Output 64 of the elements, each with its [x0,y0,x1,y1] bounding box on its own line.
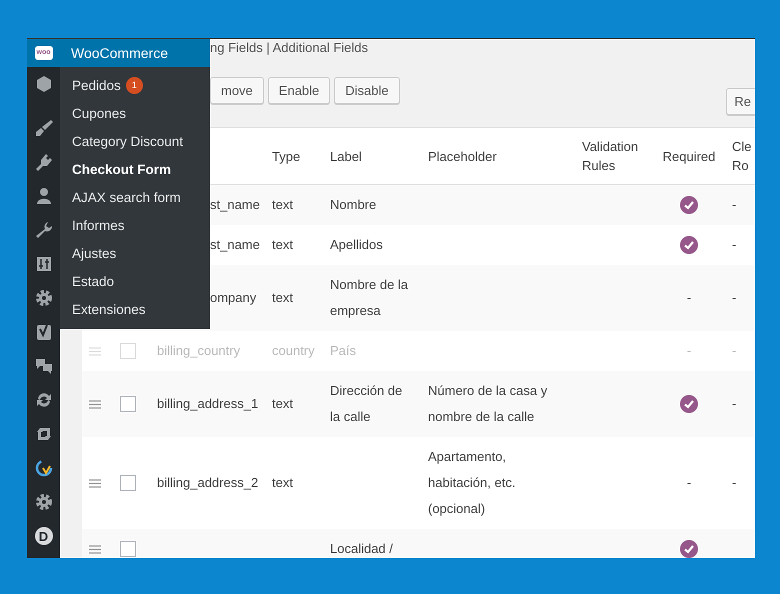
clear-row-dash: - [732,343,736,358]
field-name: billing_country [157,343,240,358]
bulk-action-button[interactable]: move [210,77,264,104]
field-name: st_name [210,237,260,252]
field-label: Nombre de la empresa [330,277,408,318]
gear-icon [34,288,54,308]
field-type: text [272,475,293,490]
menu-item[interactable]: Extensiones [60,295,210,323]
field-name: billing_address_1 [157,396,258,411]
field-type: country [272,343,315,358]
clear-row-dash: - [732,237,736,252]
field-name: billing_address_2 [157,475,258,490]
count-badge: 1 [126,76,143,94]
column-header: Type [272,148,300,164]
speech-bubbles-icon [34,356,54,376]
gear-icon [34,492,54,512]
swirl-icon [34,458,54,478]
hint-text: Apartamento, habitación, etc. (opcional) [428,449,516,516]
drag-handle-icon[interactable] [89,478,101,488]
menu-item[interactable]: AJAX search form [60,183,210,211]
clear-row-dash: - [732,475,736,490]
bulk-action-button[interactable]: Disable [334,77,400,104]
clear-row-dash: - [732,290,736,305]
drag-handle-icon[interactable] [89,400,101,408]
field-type: text [272,290,293,305]
column-header: Validation Rules [582,139,638,173]
menu-item[interactable]: Estado [60,267,210,295]
field-type: text [272,396,293,411]
column-header: Cle Ro [732,139,752,173]
field-type: text [272,237,293,252]
menu-item[interactable]: Checkout Form [60,155,210,183]
clear-row-dash: - [732,396,736,411]
field-type: text [272,197,293,212]
field-label: Dirección de la calle [330,383,402,424]
menu-item[interactable]: Category Discount [60,127,210,155]
plug-icon [34,152,54,172]
menu-item[interactable]: Informes [60,211,210,239]
required-dash: - [686,289,692,307]
required-dash: - [686,342,692,360]
avatar-letter-icon[interactable]: D [34,527,52,545]
paintbrush-icon [34,118,54,138]
bulk-action-button[interactable]: Enable [268,77,330,104]
menu-item[interactable]: Pedidos 1 [60,71,210,99]
field-name: ompany [210,290,256,305]
menu-title[interactable]: WooCommerce [60,39,210,67]
required-dash: - [686,474,692,492]
row-checkbox[interactable] [120,541,136,557]
field-label: Nombre [330,197,376,212]
hint-text: Número de la casa y nombre de la calle [428,383,548,424]
row-checkbox[interactable] [120,396,136,412]
row-checkbox[interactable] [120,475,136,491]
menu-item[interactable]: Cupones [60,99,210,127]
menu-item[interactable]: Ajustes [60,239,210,267]
drag-handle-icon[interactable] [89,544,101,554]
field-label: Localidad / [330,541,393,556]
clear-row-dash: - [732,197,736,212]
field-label: Apellidos [330,237,383,252]
field-name: st_name [210,197,260,212]
column-header: Label [330,148,362,164]
wrench-icon [34,220,54,240]
reset-button[interactable]: Re [726,88,755,115]
column-header: Placeholder [428,148,497,164]
field-label: País [330,343,356,358]
column-header: Required [662,148,716,166]
